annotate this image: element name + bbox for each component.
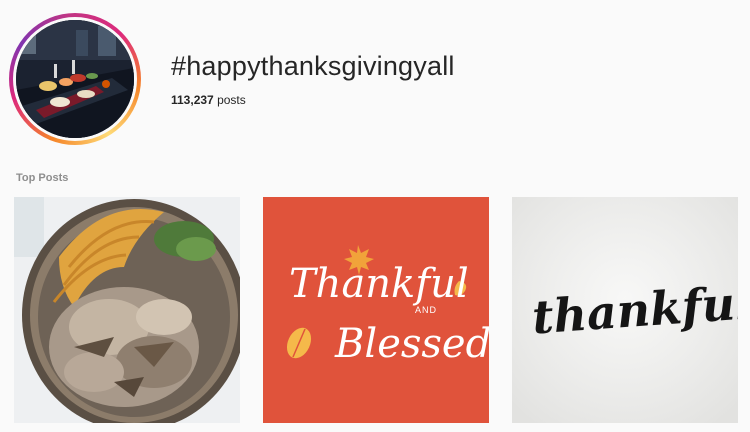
top-posts-label: Top Posts — [16, 172, 69, 184]
hashtag-avatar-ring[interactable] — [9, 13, 141, 145]
graphic-background — [263, 197, 489, 423]
top-post-2[interactable]: Thankful AND Blessed — [263, 197, 489, 423]
avatar-frame — [13, 17, 137, 141]
top-post-1[interactable] — [14, 197, 240, 423]
line2-text: Blessed — [334, 321, 489, 367]
post-count-value: 113,237 — [171, 93, 214, 107]
dining-table-photo — [16, 20, 134, 138]
line1-text: Thankful — [289, 261, 469, 307]
turkey-platter-photo — [14, 197, 240, 423]
joiner-text: AND — [415, 305, 437, 315]
post-count: 113,237 posts — [171, 93, 246, 107]
hashtag-avatar-image[interactable] — [16, 20, 134, 138]
thankful-handwriting-graphic: thankful. — [512, 197, 738, 423]
thankful-blessed-graphic: Thankful AND Blessed — [263, 197, 489, 423]
post-count-suffix: posts — [217, 93, 246, 107]
hashtag-title: #happythanksgivingyall — [171, 51, 455, 81]
top-post-3[interactable]: thankful. — [512, 197, 738, 423]
